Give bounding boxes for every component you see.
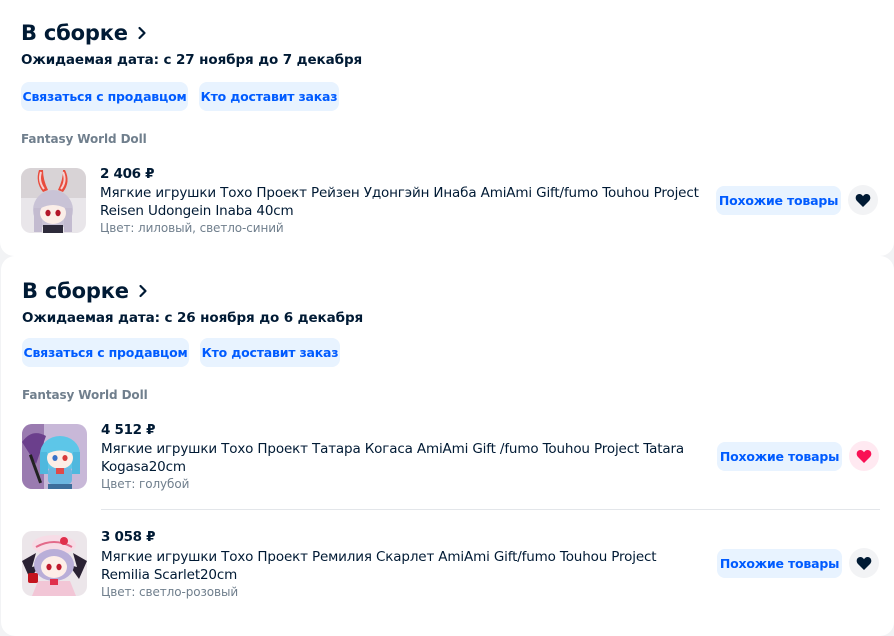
product-name[interactable]: Мягкие игрушки Тохо Проект Татара Когаса… [101,440,701,476]
product-color: Цвет: светло-розовый [101,585,239,599]
product-price: 4 512 ₽ [101,422,156,438]
product-price: 2 406 ₽ [100,166,155,182]
heart-icon [856,449,872,463]
expected-date: Ожидаемая дата: с 27 ноября до 7 декабря [21,52,363,68]
similar-products-button[interactable]: Похожие товары [717,442,842,471]
contact-seller-button[interactable]: Связаться с продавцом [21,82,188,111]
product-image[interactable] [21,168,86,233]
product-image[interactable] [22,531,87,596]
item-divider [101,509,880,510]
similar-products-button[interactable]: Похожие товары [717,549,842,578]
order-status-title: В сборке [21,21,128,45]
order-card: В сборке Ожидаемая дата: с 26 ноября до … [1,256,894,636]
product-image[interactable] [22,424,87,489]
who-delivers-button[interactable]: Кто доставит заказ [199,82,339,111]
chevron-right-icon [139,284,147,298]
order-status-title: В сборке [22,279,129,303]
order-card: В сборке Ожидаемая дата: с 27 ноября до … [0,0,894,256]
product-color: Цвет: лиловый, светло-синий [100,221,284,235]
expected-date: Ожидаемая дата: с 26 ноября до 6 декабря [22,310,364,326]
similar-products-button[interactable]: Похожие товары [716,186,841,215]
product-price: 3 058 ₽ [101,529,156,545]
product-name[interactable]: Мягкие игрушки Тохо Проект Рейзен Удонгэ… [100,184,710,220]
order-status-link[interactable]: В сборке [22,279,151,303]
favorite-button[interactable] [848,185,878,215]
product-color: Цвет: голубой [101,477,190,491]
remilia-doll-image [22,531,87,596]
product-name[interactable]: Мягкие игрушки Тохо Проект Ремилия Скарл… [101,548,691,584]
seller-name[interactable]: Fantasy World Doll [22,388,148,402]
seller-name[interactable]: Fantasy World Doll [21,132,147,146]
heart-icon [855,193,871,207]
who-delivers-button[interactable]: Кто доставит заказ [200,338,340,367]
favorite-button[interactable] [849,548,879,578]
kogasa-doll-image [22,424,87,489]
favorite-button[interactable] [849,441,879,471]
contact-seller-button[interactable]: Связаться с продавцом [22,338,189,367]
chevron-right-icon [138,26,146,40]
heart-icon [856,556,872,570]
order-status-link[interactable]: В сборке [21,21,150,45]
reisen-doll-image [21,168,86,233]
